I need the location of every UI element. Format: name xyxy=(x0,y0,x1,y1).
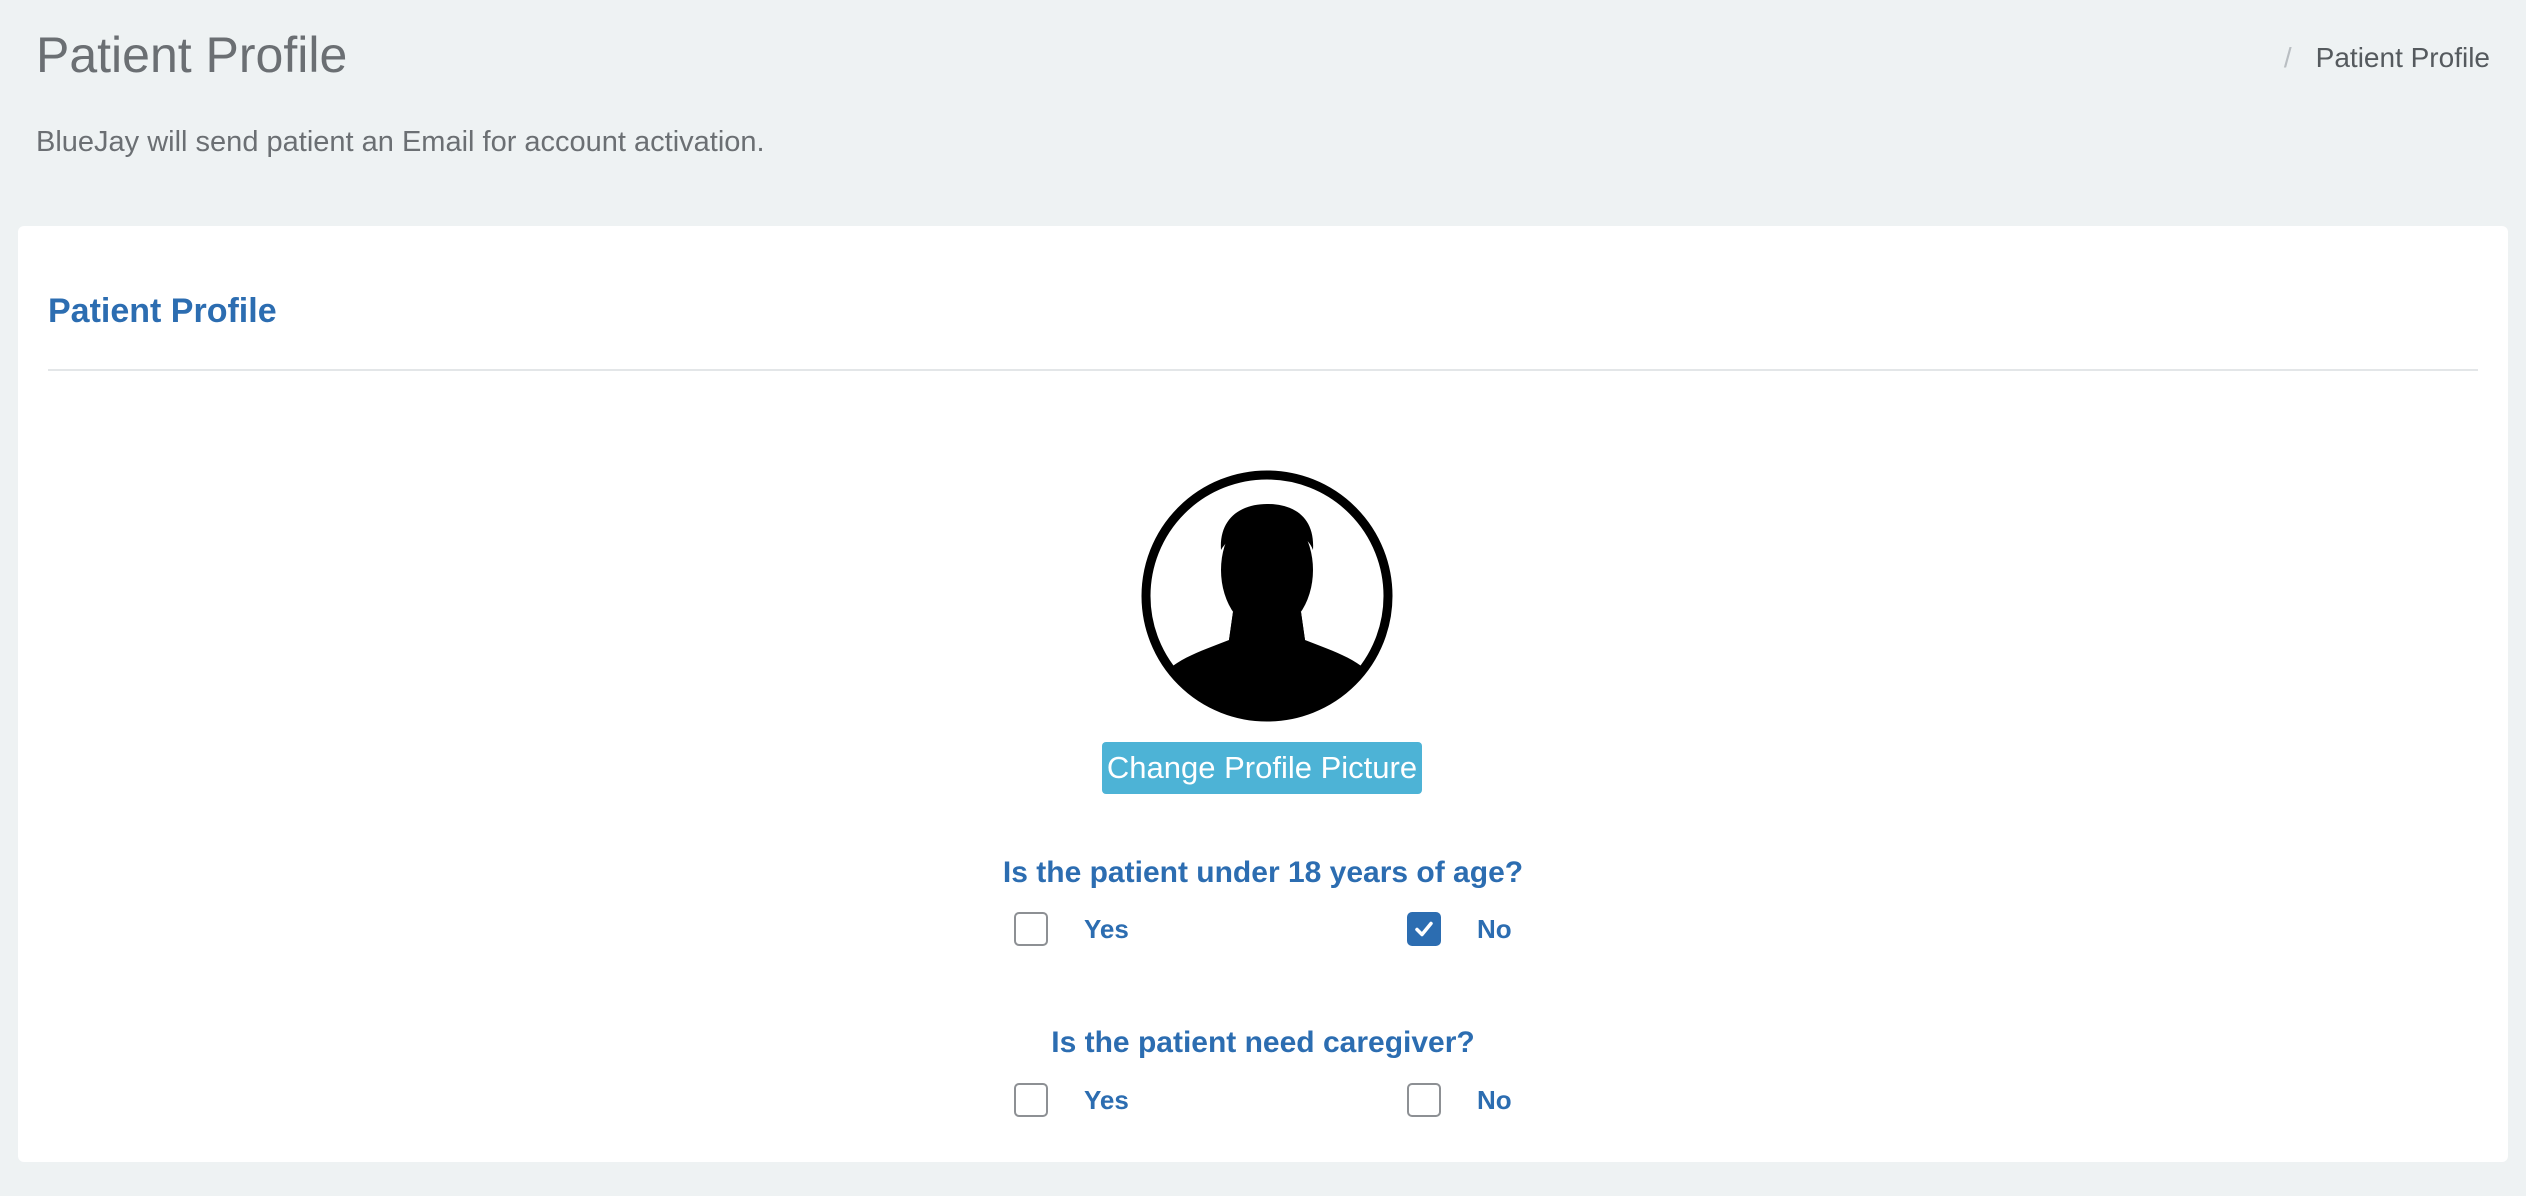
user-silhouette-icon xyxy=(1141,470,1393,722)
breadcrumb-current: Patient Profile xyxy=(2315,42,2490,73)
under-18-yes-checkbox[interactable] xyxy=(1014,912,1048,946)
caregiver-yes-option[interactable]: Yes xyxy=(1014,1083,1129,1117)
patient-profile-card: Patient Profile Change Profile Picture I… xyxy=(18,226,2508,1162)
breadcrumb: / Patient Profile xyxy=(2284,42,2490,74)
breadcrumb-separator: / xyxy=(2283,42,2292,73)
card-divider xyxy=(48,369,2478,371)
option-label-no: No xyxy=(1477,913,1512,944)
avatar xyxy=(1141,470,1393,722)
option-label-yes: Yes xyxy=(1084,1084,1129,1115)
option-label-yes: Yes xyxy=(1084,913,1129,944)
under-18-no-option[interactable]: No xyxy=(1407,912,1512,946)
page-title: Patient Profile xyxy=(36,27,348,83)
question-under-18: Is the patient under 18 years of age? xyxy=(1002,856,1524,889)
change-profile-picture-button[interactable]: Change Profile Picture xyxy=(1102,742,1422,794)
under-18-yes-option[interactable]: Yes xyxy=(1014,912,1129,946)
card-title: Patient Profile xyxy=(48,292,277,330)
question-needs-caregiver: Is the patient need caregiver? xyxy=(1051,1026,1475,1059)
check-icon xyxy=(1415,921,1433,937)
caregiver-yes-checkbox[interactable] xyxy=(1014,1083,1048,1117)
option-label-no: No xyxy=(1477,1084,1512,1115)
page-subtitle: BlueJay will send patient an Email for a… xyxy=(36,126,765,158)
page-header: Patient Profile / Patient Profile BlueJa… xyxy=(36,0,2490,220)
caregiver-no-option[interactable]: No xyxy=(1407,1083,1512,1117)
caregiver-no-checkbox[interactable] xyxy=(1407,1083,1441,1117)
under-18-no-checkbox[interactable] xyxy=(1407,912,1441,946)
